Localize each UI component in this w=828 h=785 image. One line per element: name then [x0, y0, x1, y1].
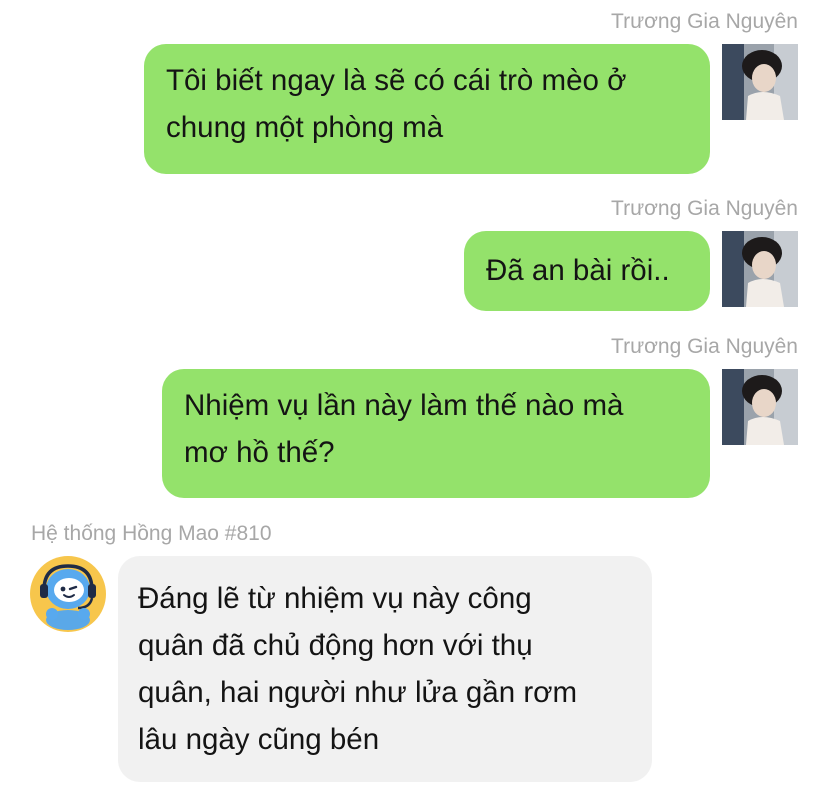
message-line: lâu ngày cũng bén — [138, 723, 380, 756]
user-photo-avatar-icon — [722, 369, 798, 445]
sender-name: Trương Gia Nguyên — [611, 10, 798, 33]
sender-name: Trương Gia Nguyên — [611, 335, 798, 358]
message-line: Đã an bài rồi.. — [486, 254, 670, 287]
outgoing-message-bubble[interactable]: Nhiệm vụ lần này làm thế nào mà mơ hồ th… — [162, 369, 710, 498]
user-avatar[interactable] — [722, 44, 798, 120]
bot-avatar[interactable] — [30, 556, 106, 632]
robot-headset-avatar-icon — [30, 556, 106, 632]
user-photo-avatar-icon — [722, 231, 798, 307]
message-line: quân đã chủ động hơn với thụ — [138, 629, 533, 662]
message-line: chung một phòng mà — [166, 111, 444, 144]
message-line: Tôi biết ngay là sẽ có cái trò mèo ở — [166, 64, 627, 97]
user-avatar[interactable] — [722, 231, 798, 307]
user-avatar[interactable] — [722, 369, 798, 445]
user-photo-avatar-icon — [722, 44, 798, 120]
sender-name: Hệ thống Hồng Mao #810 — [31, 522, 272, 545]
message-line: mơ hồ thế? — [184, 436, 335, 469]
message-line: Nhiệm vụ lần này làm thế nào mà — [184, 389, 624, 422]
outgoing-message-bubble[interactable]: Tôi biết ngay là sẽ có cái trò mèo ở chu… — [144, 44, 710, 174]
outgoing-message-bubble[interactable]: Đã an bài rồi.. — [464, 231, 710, 311]
message-line: Đáng lẽ từ nhiệm vụ này công — [138, 582, 532, 615]
incoming-message-bubble[interactable]: Đáng lẽ từ nhiệm vụ này công quân đã chủ… — [118, 556, 652, 782]
sender-name: Trương Gia Nguyên — [611, 197, 798, 220]
message-line: quân, hai người như lửa gần rơm — [138, 676, 578, 709]
